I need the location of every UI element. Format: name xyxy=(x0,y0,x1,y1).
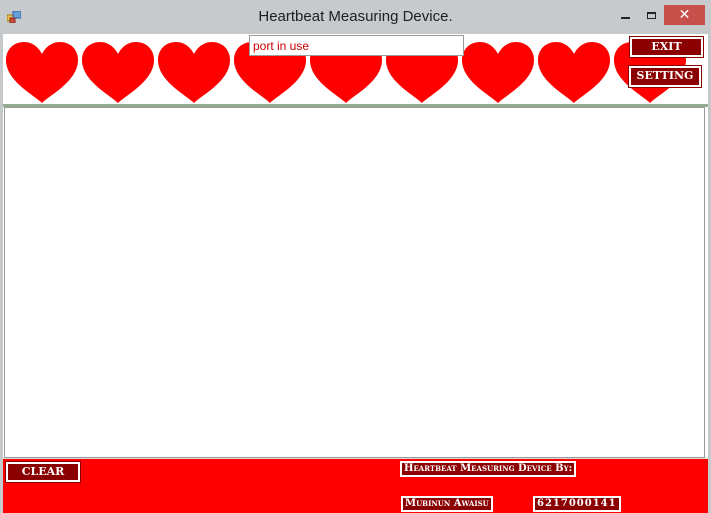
clear-button[interactable]: CLEAR xyxy=(5,461,81,483)
minimize-button[interactable] xyxy=(612,5,638,25)
heart-icon xyxy=(80,41,156,104)
author-id: 6217000141 xyxy=(533,496,621,512)
readout-panel[interactable] xyxy=(4,107,705,458)
setting-button[interactable]: SETTING xyxy=(628,65,702,88)
client-area: port in use EXIT SETTING CLEAR Heartbeat… xyxy=(3,34,708,513)
title-bar[interactable]: Heartbeat Measuring Device. ✕ xyxy=(0,0,711,34)
maximize-button[interactable] xyxy=(638,5,664,25)
credit-heading: Heartbeat Measuring Device By: xyxy=(400,461,577,477)
exit-button[interactable]: EXIT xyxy=(629,36,704,58)
author-name: Mubinun Awaisu xyxy=(401,496,493,512)
close-button[interactable]: ✕ xyxy=(664,5,705,25)
heart-icon xyxy=(4,41,80,104)
heart-icon xyxy=(156,41,232,104)
window-title: Heartbeat Measuring Device. xyxy=(258,8,453,25)
app-window: Heartbeat Measuring Device. ✕ port in us… xyxy=(0,0,711,513)
port-status-box[interactable]: port in use xyxy=(249,35,464,56)
heart-icon xyxy=(536,41,612,104)
minimize-icon xyxy=(620,17,630,19)
close-icon: ✕ xyxy=(678,7,691,23)
maximize-icon xyxy=(646,11,656,19)
heart-icon xyxy=(460,41,536,104)
footer-bar: CLEAR Heartbeat Measuring Device By: Mub… xyxy=(3,458,708,513)
